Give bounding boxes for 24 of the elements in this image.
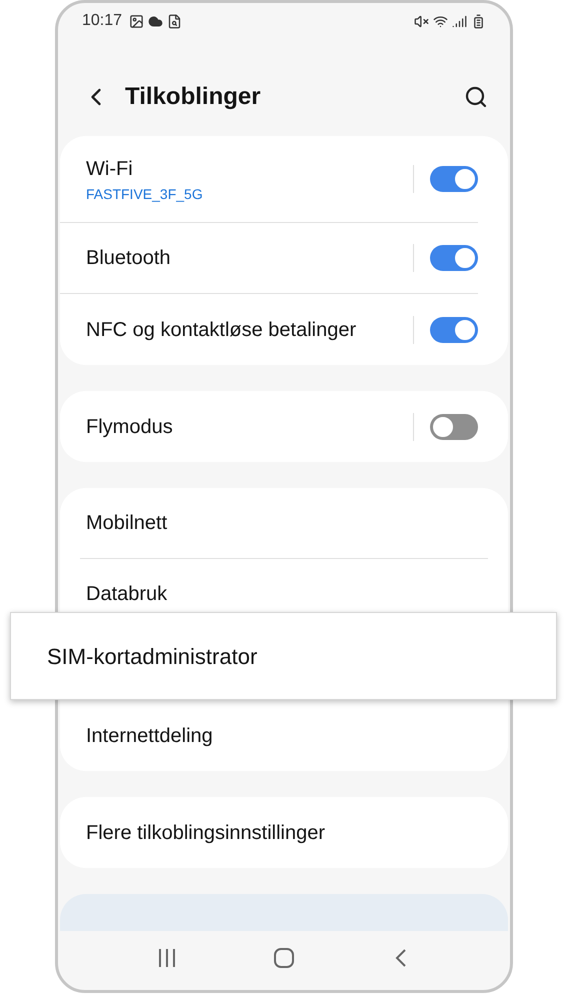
menu-item[interactable]: Databruk — [80, 559, 488, 612]
cloud-icon — [148, 14, 164, 28]
toggle-switch[interactable] — [430, 245, 478, 271]
home-icon[interactable] — [272, 946, 295, 968]
battery-icon — [471, 14, 486, 28]
menu-item[interactable]: Internettdeling — [80, 700, 488, 771]
setting-label[interactable]: NFC og kontaktløse betalinger — [86, 314, 413, 344]
setting-label[interactable]: Wi-Fi — [86, 154, 413, 184]
setting-label[interactable]: Flymodus — [86, 412, 413, 442]
clock: 10:17 — [82, 11, 122, 31]
highlighted-menu-item[interactable]: SIM-kortadministrator — [10, 612, 557, 700]
image-icon — [129, 14, 144, 28]
mute-icon — [414, 14, 429, 28]
toggle-switch[interactable] — [430, 166, 478, 192]
wifi-icon — [433, 14, 448, 28]
page-title: Tilkoblinger — [125, 82, 262, 112]
network-name: FASTFIVE_3F_5G — [86, 184, 204, 204]
file-search-icon — [167, 14, 182, 28]
signal-icon — [452, 14, 467, 28]
menu-item[interactable]: Flere tilkoblingsinnstillinger — [80, 797, 488, 868]
toggle-switch[interactable] — [430, 316, 478, 342]
setting-label[interactable]: Bluetooth — [86, 243, 413, 273]
toggle-switch[interactable] — [430, 414, 478, 440]
search-icon[interactable] — [464, 84, 488, 108]
